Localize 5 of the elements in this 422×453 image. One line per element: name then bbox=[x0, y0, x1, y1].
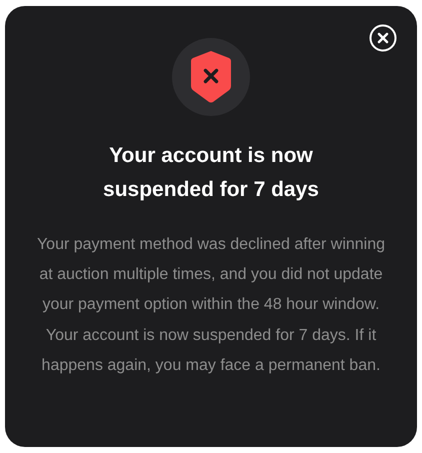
close-button[interactable] bbox=[369, 24, 397, 52]
dialog-title: Your account is now suspended for 7 days bbox=[102, 143, 320, 203]
dialog-message: Your payment method was declined after winning at auction multiple times, and you did not update your payment option within the 48 hour window. Your account is now suspended for 7 days. If it happens again, you may face a permanent ban. bbox=[36, 235, 386, 376]
shield-error-icon bbox=[191, 50, 231, 104]
close-icon bbox=[369, 24, 397, 52]
